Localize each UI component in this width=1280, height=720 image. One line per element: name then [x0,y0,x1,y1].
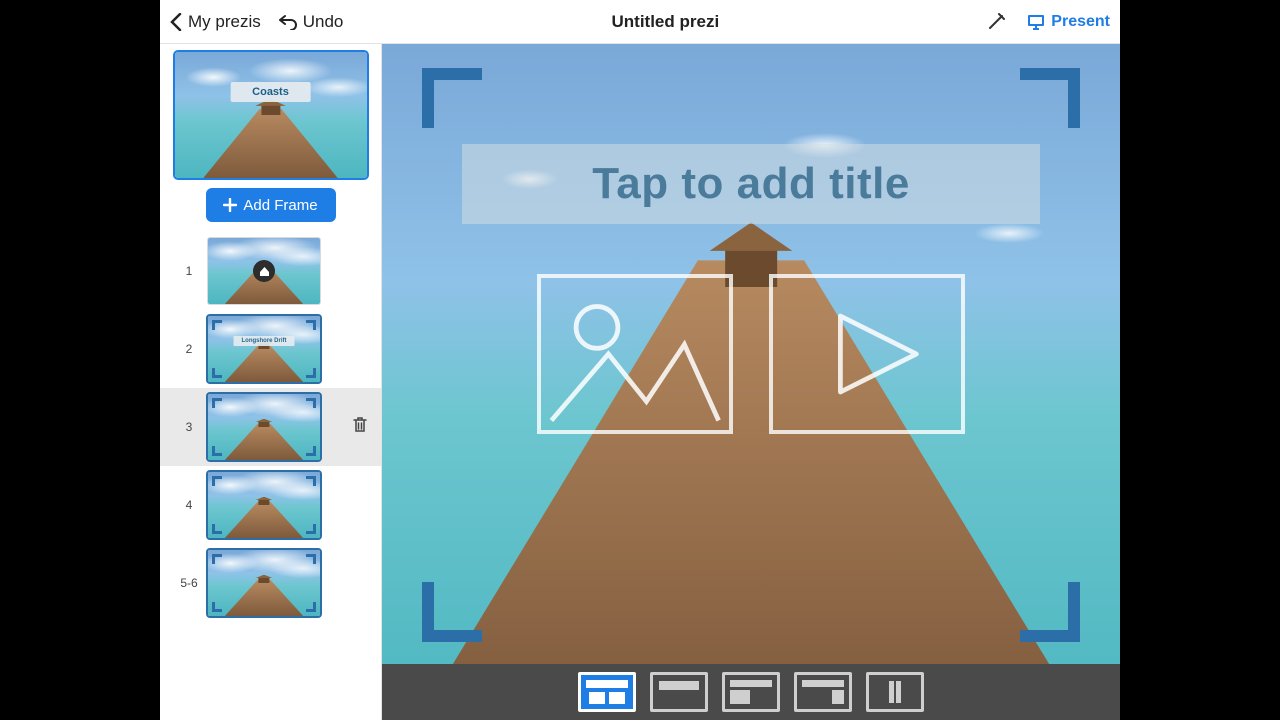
overview-thumbnail[interactable]: Coasts [175,52,367,178]
frame-preview [208,472,320,538]
frame-preview [208,394,320,460]
image-placeholder[interactable] [537,274,733,434]
add-frame-label: Add Frame [243,197,317,214]
back-button[interactable]: My prezis [170,12,261,32]
present-icon [1027,14,1045,30]
layout-toolbar [382,664,1120,720]
frame-preview [208,238,320,304]
frame-number: 2 [178,342,200,356]
frame-preview [208,550,320,616]
plus-icon [223,198,237,212]
frame-thumbnail[interactable]: 3 [160,388,381,466]
chevron-left-icon [170,13,182,31]
home-icon [253,260,275,282]
frame-thumbnail[interactable]: 5-6 [160,544,381,622]
title-placeholder[interactable]: Tap to add title [462,144,1040,224]
frame-number: 4 [178,498,200,512]
layout-option-media[interactable] [722,672,780,712]
video-placeholder[interactable] [769,274,965,434]
undo-icon [279,14,297,30]
frame-label: Longshore Drift [234,336,295,346]
overview-label: Coasts [230,82,311,102]
document-title[interactable]: Untitled prezi [343,12,987,32]
frame-thumbnail[interactable]: 1 [160,232,381,310]
undo-button[interactable]: Undo [279,12,344,32]
trash-icon [353,417,367,433]
delete-frame-button[interactable] [353,417,367,438]
settings-icon[interactable] [987,13,1005,31]
image-icon [541,278,729,430]
frame-thumbnail[interactable]: 2 Longshore Drift [160,310,381,388]
add-frame-button[interactable]: Add Frame [206,188,336,222]
frame-preview: Longshore Drift [208,316,320,382]
back-label: My prezis [188,12,261,32]
frame-thumbnail[interactable]: 4 [160,466,381,544]
layout-option-split[interactable] [866,672,924,712]
canvas-area[interactable]: Tap to add title [382,44,1120,720]
layout-option-title[interactable] [650,672,708,712]
present-button[interactable]: Present [1027,13,1110,31]
frame-number: 1 [178,264,200,278]
frame-number: 5-6 [178,576,200,590]
layout-option-blank[interactable] [794,672,852,712]
frame-sidebar: Coasts Add Frame 1 2 Longshore Drift 3 4 5-6 [160,44,382,720]
undo-label: Undo [303,12,344,32]
present-label: Present [1051,13,1110,31]
layout-option-hero[interactable] [578,672,636,712]
frame-number: 3 [178,420,200,434]
play-icon [773,278,961,430]
